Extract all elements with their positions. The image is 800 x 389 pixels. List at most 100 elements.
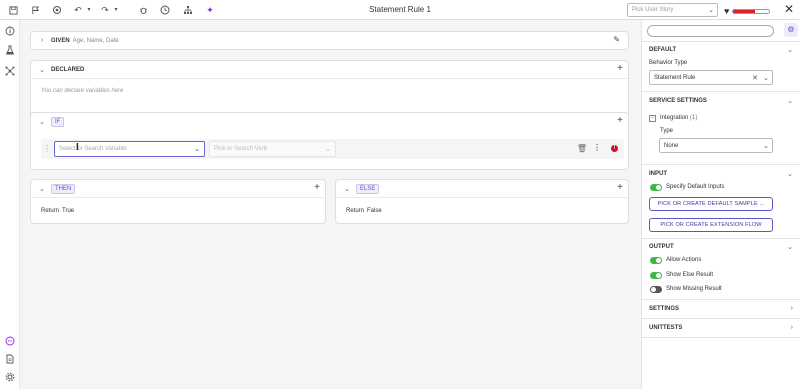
divider [642,299,800,300]
user-story-select[interactable]: Pick User Story ⌄ [627,3,718,17]
chevron-right-icon[interactable]: › [37,37,47,44]
pick-extension-flow-button[interactable]: PICK OR CREATE EXTENSION FLOW [649,218,773,232]
given-label: GIVEN [51,37,70,44]
chevron-right-icon[interactable]: › [791,324,793,331]
declared-label: DECLARED [51,66,85,73]
else-return-label: Return [346,208,365,214]
then-return-label: Return [41,208,60,214]
then-return-value[interactable]: True [62,208,74,214]
unittests-section-title[interactable]: UNITTESTS [649,325,682,331]
pick-default-sample-button[interactable]: PICK OR CREATE DEFAULT SAMPLE ... [649,197,773,211]
top-toolbar: ↶ ▾ ↷ ▾ ✦ Statement Rule 1 Pick User Sto… [0,0,800,20]
chevron-down-icon: ⌄ [763,143,769,150]
undo-menu-chevron-icon[interactable]: ▾ [81,2,97,18]
close-icon[interactable]: ✕ [784,2,794,16]
divider [31,78,628,79]
flag-icon[interactable] [27,2,43,18]
settings-section-title[interactable]: SETTINGS [649,306,679,312]
verb-placeholder: Pick or Search Verb [214,146,268,152]
chevron-right-icon[interactable]: › [791,305,793,312]
document-icon[interactable] [4,354,16,366]
sparkle-icon[interactable]: ✦ [202,2,218,18]
network-icon[interactable] [4,66,16,78]
flask-icon[interactable] [4,45,16,57]
left-rail [0,20,20,389]
show-missing-result-label: Show Missing Result [666,286,722,292]
chevron-down-icon[interactable]: ⌄ [787,46,793,54]
panel-settings-icon[interactable]: ⚙ [784,23,798,37]
redo-menu-chevron-icon[interactable]: ▾ [108,2,124,18]
variable-placeholder: Select or Search Variable [59,146,127,152]
verb-select[interactable]: Pick or Search Verb ⌄ [209,141,336,157]
chevron-down-icon[interactable]: ⌄ [37,118,47,126]
edit-icon[interactable]: ✎ [613,35,620,44]
chevron-down-icon: ⌄ [763,75,769,82]
divider [642,164,800,165]
behavior-type-select[interactable]: Statement Rule ✕ ⌄ [649,70,773,85]
divider [31,197,325,198]
divider [642,337,800,338]
divider [642,238,800,239]
else-section: ⌄ ELSE + Return False [335,179,629,224]
divider [642,318,800,319]
debugger-icon[interactable] [135,2,151,18]
given-section: › GIVEN Age, Name, Date ✎ [30,31,629,50]
hierarchy-icon[interactable] [180,2,196,18]
bug-report-icon[interactable] [49,2,65,18]
history-icon[interactable] [157,2,173,18]
info-icon[interactable] [4,26,16,38]
properties-panel: ⚙ DEFAULT ⌄ Behavior Type Statement Rule… [641,20,800,389]
specify-default-inputs-toggle[interactable] [650,184,662,191]
chevron-down-icon[interactable]: ⌄ [37,66,47,74]
add-condition-icon[interactable]: + [617,115,623,126]
chevron-down-icon: ⌄ [325,146,331,153]
else-return-value[interactable]: False [367,208,382,214]
chevron-down-icon[interactable]: ⌄ [787,97,793,105]
clear-icon[interactable]: ✕ [752,74,758,82]
else-label: ELSE [356,183,380,194]
panel-search-input[interactable] [647,25,774,37]
health-bar-fill [733,9,755,13]
save-icon[interactable] [5,2,21,18]
then-section: ⌄ THEN + Return True [30,179,326,224]
behavior-type-value: Statement Rule [654,75,696,81]
show-else-result-label: Show Else Result [666,272,714,278]
user-story-placeholder: Pick User Story [632,7,674,13]
chevron-down-icon: ⌄ [194,146,200,153]
if-label: IF [51,116,65,127]
chat-icon[interactable] [4,336,16,348]
allow-actions-toggle[interactable] [650,257,662,264]
type-select[interactable]: None ⌄ [659,138,773,153]
error-icon[interactable]: ! [611,145,618,152]
chevron-down-icon[interactable]: ⌄ [342,185,352,193]
input-section-title[interactable]: INPUT [649,171,667,177]
show-missing-result-toggle[interactable] [650,286,662,293]
given-sublabel: Age, Name, Date [72,37,119,44]
output-section-title[interactable]: OUTPUT [649,244,674,250]
add-then-icon[interactable]: + [314,182,320,193]
service-settings-title[interactable]: SERVICE SETTINGS [649,98,707,104]
behavior-type-label: Behavior Type [649,60,688,66]
integration-count: (1) [690,115,698,121]
collapse-icon[interactable]: − [649,115,656,122]
specify-default-inputs-label: Specify Default Inputs [666,184,725,190]
integration-label-text: Integration [660,115,689,121]
chevron-down-icon[interactable]: ⌄ [787,170,793,178]
declared-placeholder: You can declare variables here [41,88,124,94]
chevron-down-icon[interactable]: ⌄ [37,185,47,193]
health-bar [732,8,771,14]
show-else-result-toggle[interactable] [650,272,662,279]
settings-icon[interactable] [4,372,16,384]
health-indicator: ♥ [724,6,771,16]
condition-row: ⋮ Select or Search Variable ⌄ I Pick or … [41,139,624,159]
delete-icon[interactable]: 🗑 [577,144,587,153]
add-declared-icon[interactable]: + [617,63,623,74]
add-else-icon[interactable]: + [617,182,623,193]
divider [642,91,800,92]
drag-handle-icon[interactable]: ⋮ [43,144,51,153]
chevron-down-icon[interactable]: ⌄ [787,243,793,251]
divider [336,197,628,198]
default-section-title[interactable]: DEFAULT [649,47,676,53]
then-return: Return True [41,208,74,214]
more-options-icon[interactable]: ⋮ [593,143,601,152]
